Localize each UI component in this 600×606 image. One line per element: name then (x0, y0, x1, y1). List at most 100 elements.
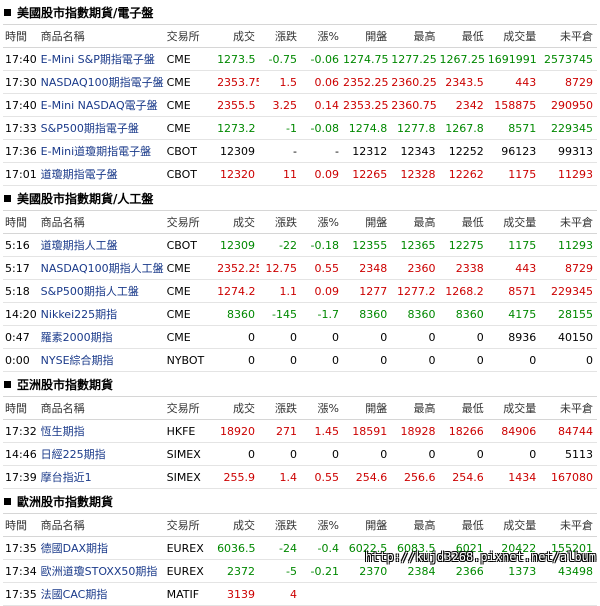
cell-pct: -0.4 (301, 536, 343, 560)
cell-price: 2372 (217, 559, 260, 583)
product-name-link[interactable]: E-Mini S&P期指電子盤 (38, 47, 165, 71)
cell-high: 12365 (391, 233, 440, 257)
cell-price: 12320 (217, 162, 260, 186)
cell-open: 12355 (342, 233, 392, 257)
cell-price: 12309 (217, 139, 260, 163)
table-row: 17:01 道瓊期指電子盤 CBOT 12320 11 0.09 12265 12328 122… (3, 162, 597, 186)
table-row: 5:16 道瓊期指人工盤 CBOT 12309 -22 -0.18 12355 12365 12… (3, 233, 597, 257)
section-title: 美國股市指數期貨/電子盤 (0, 0, 600, 24)
cell-vol: 8571 (487, 279, 541, 303)
cell-ex: SIMEX (164, 442, 218, 466)
cell-ex: CBOT (164, 139, 218, 163)
table-row: 0:00 NYSE綜合期指 NYBOT 0 0 0 0 0 0 0 0 (3, 348, 597, 372)
cell-high: 0 (391, 325, 440, 349)
cell-open: 1274.8 (342, 116, 392, 140)
product-name-link[interactable]: 羅素2000期指 (38, 325, 165, 349)
section-title: 美國股市指數期貨/人工盤 (0, 186, 600, 210)
cell-pct: 0 (301, 325, 343, 349)
cell-open: 254.6 (342, 465, 392, 489)
cell-vol: 443 (487, 70, 541, 94)
cell-ex: MATIF (164, 582, 218, 606)
cell-oi: 11293 (540, 162, 597, 186)
cell-chg: 0 (259, 348, 301, 372)
cell-vol (487, 582, 541, 606)
cell-vol: 8571 (487, 116, 541, 140)
column-header: 交易所 (164, 24, 218, 48)
column-header: 成交 (217, 210, 260, 234)
product-name-link[interactable]: E-Mini NASDAQ電子盤 (38, 93, 165, 117)
cell-price: 2355.5 (217, 93, 260, 117)
cell-ex: CME (164, 302, 218, 326)
product-name-link[interactable]: E-Mini道瓊期指電子盤 (38, 139, 165, 163)
column-header: 時間 (3, 210, 39, 234)
cell-pct: 0.09 (301, 162, 343, 186)
column-header: 最高 (391, 396, 440, 420)
product-name-link[interactable]: S&P500期指電子盤 (38, 116, 165, 140)
cell-chg: -24 (259, 536, 301, 560)
square-bullet-icon (4, 194, 11, 202)
product-name-link[interactable]: NASDAQ100期指人工盤 (38, 256, 165, 280)
cell-oi: 2573745 (540, 47, 597, 71)
section-title-text: 歐洲股市指數期貨 (17, 494, 114, 509)
column-header: 時間 (3, 24, 39, 48)
cell-ex: CME (164, 116, 218, 140)
column-header: 成交 (217, 396, 260, 420)
cell-chg: -22 (259, 233, 301, 257)
column-header: 成交量 (487, 513, 541, 537)
cell-vol: 1691991 (487, 47, 541, 71)
cell-chg: 1.5 (259, 70, 301, 94)
cell-time: 17:36 (3, 139, 39, 163)
cell-price: 2352.25 (217, 256, 260, 280)
section-title-text: 亞洲股市指數期貨 (17, 377, 114, 392)
cell-high: 0 (391, 348, 440, 372)
cell-time: 5:16 (3, 233, 39, 257)
cell-ex: HKFE (164, 419, 218, 443)
cell-pct: 0 (301, 442, 343, 466)
square-bullet-icon (4, 380, 11, 388)
cell-ex: CBOT (164, 233, 218, 257)
cell-price: 0 (217, 348, 260, 372)
cell-price: 12309 (217, 233, 260, 257)
cell-vol: 4175 (487, 302, 541, 326)
cell-time: 17:34 (3, 559, 39, 583)
cell-open: 1274.75 (342, 47, 392, 71)
cell-ex: CME (164, 279, 218, 303)
cell-price: 0 (217, 442, 260, 466)
cell-open (342, 582, 392, 606)
product-name-link[interactable]: 道瓊期指電子盤 (38, 162, 165, 186)
cell-low: 0 (439, 348, 488, 372)
cell-price: 255.9 (217, 465, 260, 489)
cell-oi: 290950 (540, 93, 597, 117)
product-name-link[interactable]: Nikkei225期指 (38, 302, 165, 326)
cell-oi: 40150 (540, 325, 597, 349)
futures-section: 亞洲股市指數期貨 時間 商品名稱 交易所 成交 漲跌 漲% 開盤 最高 最低 成交量 未平倉 17:32… (0, 372, 600, 489)
cell-low: 12252 (439, 139, 488, 163)
product-name-link[interactable]: 摩台指近1 (38, 465, 165, 489)
column-header: 交易所 (164, 396, 218, 420)
product-name-link[interactable]: S&P500期指人工盤 (38, 279, 165, 303)
product-name-link[interactable]: 道瓊期指人工盤 (38, 233, 165, 257)
product-name-link[interactable]: 德國DAX期指 (38, 536, 165, 560)
product-name-link[interactable]: 恆生期指 (38, 419, 165, 443)
cell-pct: - (301, 139, 343, 163)
cell-open: 18591 (342, 419, 392, 443)
product-name-link[interactable]: NYSE綜合期指 (38, 348, 165, 372)
cell-oi: 8729 (540, 256, 597, 280)
table-row: 14:46 日經225期指 SIMEX 0 0 0 0 0 0 0 5113 (3, 442, 597, 466)
product-name-link[interactable]: NASDAQ100期指電子盤 (38, 70, 165, 94)
cell-open: 0 (342, 348, 392, 372)
cell-pct: 0.06 (301, 70, 343, 94)
table-row: 0:47 羅素2000期指 CME 0 0 0 0 0 0 8936 40150 (3, 325, 597, 349)
column-header: 開盤 (342, 24, 392, 48)
cell-ex: EUREX (164, 559, 218, 583)
column-header: 最高 (391, 24, 440, 48)
section-title: 亞洲股市指數期貨 (0, 372, 600, 396)
cell-pct: 0 (301, 348, 343, 372)
product-name-link[interactable]: 法國CAC期指 (38, 582, 165, 606)
column-header: 漲跌 (259, 396, 301, 420)
column-header: 時間 (3, 513, 39, 537)
column-header: 未平倉 (540, 396, 597, 420)
product-name-link[interactable]: 日經225期指 (38, 442, 165, 466)
product-name-link[interactable]: 歐洲道瓊STOXX50期指 (38, 559, 165, 583)
quotes-table: 時間 商品名稱 交易所 成交 漲跌 漲% 開盤 最高 最低 成交量 未平倉 5:16 道瓊期指人工盤 CB… (3, 210, 597, 372)
